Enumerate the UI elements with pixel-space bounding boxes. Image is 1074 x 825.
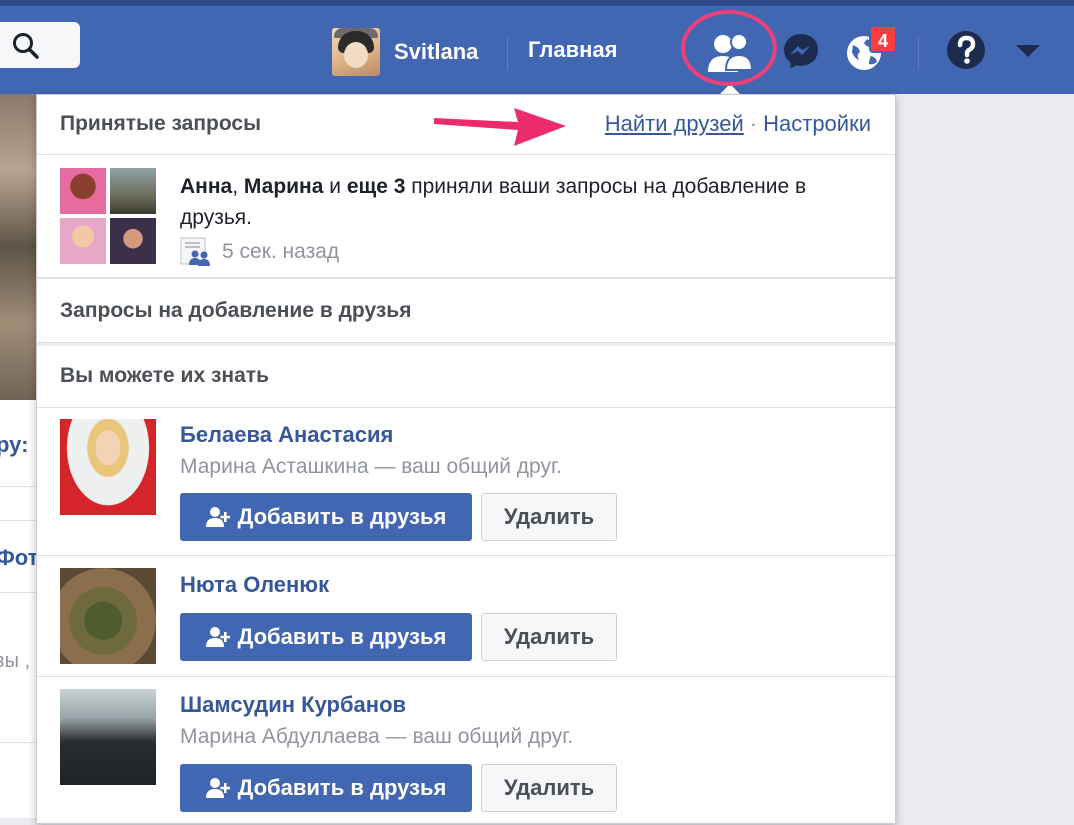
notification-text: Анна, Марина и еще 3 приняли ваши запрос… (180, 175, 807, 229)
friend-thumbnail (110, 168, 156, 214)
profile-link[interactable]: Svitlana (332, 28, 478, 76)
friend-requests-header[interactable]: Запросы на добавление в друзья (37, 281, 895, 343)
add-friend-label: Добавить в друзья (237, 624, 447, 649)
list-item: Шамсудин Курбанов Марина Абдуллаева — ва… (37, 677, 895, 825)
person-name[interactable]: Нюта Оленюк (180, 572, 329, 598)
divider (0, 486, 36, 487)
messenger-button[interactable] (780, 30, 822, 72)
delete-label: Удалить (503, 775, 595, 800)
search-icon (13, 33, 39, 59)
accepted-request-notification[interactable]: Анна, Марина и еще 3 приняли ваши запрос… (37, 155, 895, 279)
divider (0, 742, 36, 743)
friend-thumbnail (110, 218, 156, 264)
help-icon (947, 31, 985, 69)
search-button[interactable] (0, 22, 80, 68)
person-photo[interactable] (60, 419, 156, 515)
friends-list-icon (180, 237, 210, 266)
notification-count-badge: 4 (869, 25, 897, 53)
add-friend-button[interactable]: Добавить в друзья (180, 493, 472, 541)
divider (0, 520, 36, 521)
mutual-friend-text: Марина Асташкина — ваш общий друг. (180, 455, 562, 478)
account-menu-button[interactable] (1014, 43, 1042, 59)
avatar (332, 28, 380, 76)
add-friend-icon (205, 627, 230, 647)
section-title: Запросы на добавление в друзья (60, 299, 412, 322)
add-friend-icon (205, 507, 230, 527)
list-item: Белаева Анастасия Марина Асташкина — ваш… (37, 408, 895, 556)
annotation-arrow-icon (434, 108, 566, 146)
help-button[interactable] (946, 30, 986, 70)
friend-thumbnail (60, 168, 106, 214)
settings-link[interactable]: Настройки (763, 111, 871, 136)
divider (507, 36, 508, 70)
section-title: Вы можете их знать (60, 364, 269, 387)
delete-button[interactable]: Удалить (481, 493, 617, 541)
add-friend-label: Добавить в друзья (237, 504, 447, 529)
background-panel (0, 400, 36, 818)
chevron-down-icon (1016, 45, 1040, 57)
person-photo[interactable] (60, 568, 156, 664)
people-you-may-know-header: Вы можете их знать (37, 346, 895, 408)
background-cover-photo (0, 94, 36, 400)
person-name[interactable]: Шамсудин Курбанов (180, 692, 406, 718)
add-friend-label: Добавить в друзья (237, 775, 447, 800)
list-item: Нюта Оленюк Добавить в друзья Удалить (37, 556, 895, 677)
divider (918, 36, 919, 70)
background-text: Фот (0, 545, 39, 570)
friends-thumbnail-grid (60, 168, 156, 264)
friend-requests-dropdown: Принятые запросы Найти друзей · Настройки … (36, 94, 896, 824)
messenger-icon (784, 34, 818, 69)
add-friend-button[interactable]: Добавить в друзья (180, 613, 472, 661)
person-photo[interactable] (60, 689, 156, 785)
notification-time: 5 сек. назад (180, 237, 339, 267)
link-separator: · (749, 111, 758, 136)
section-title: Принятые запросы (60, 112, 262, 135)
annotation-highlight-circle (681, 10, 777, 86)
home-link[interactable]: Главная (528, 37, 617, 63)
friend-thumbnail (60, 218, 106, 264)
divider (0, 592, 36, 593)
background-text: ру: (0, 432, 29, 457)
add-friend-icon (205, 778, 230, 798)
delete-label: Удалить (503, 504, 595, 529)
delete-button[interactable]: Удалить (481, 613, 617, 661)
mutual-friend-text: Марина Абдуллаева — ваш общий друг. (180, 725, 574, 748)
profile-name: Svitlana (394, 39, 479, 64)
person-name[interactable]: Белаева Анастасия (180, 422, 393, 448)
time-label: 5 сек. назад (222, 240, 340, 263)
delete-button[interactable]: Удалить (481, 764, 617, 812)
find-friends-link[interactable]: Найти друзей (605, 111, 744, 136)
background-text: вы , (0, 650, 31, 672)
delete-label: Удалить (503, 624, 595, 649)
header-links: Найти друзей · Настройки (605, 111, 871, 137)
top-navigation-bar: Svitlana Главная 4 (0, 0, 1074, 94)
add-friend-button[interactable]: Добавить в друзья (180, 764, 472, 812)
